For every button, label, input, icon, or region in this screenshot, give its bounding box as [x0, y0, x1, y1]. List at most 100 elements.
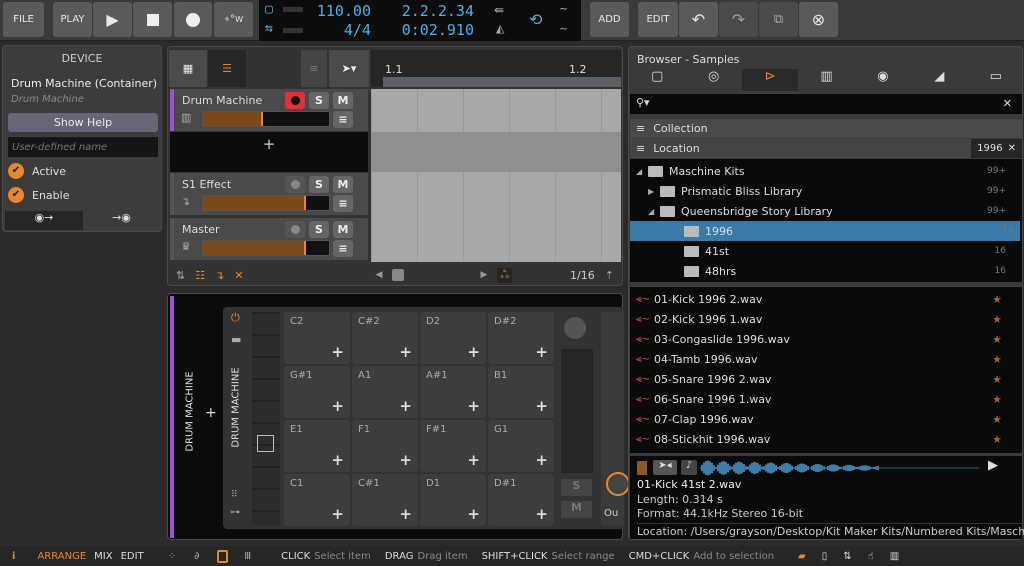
timeline-ruler[interactable]: 1.1 1.2	[371, 50, 621, 87]
tab-music-icon[interactable]: ◉	[855, 69, 911, 91]
solo-button[interactable]: S	[561, 479, 592, 496]
solo-button[interactable]: S	[309, 92, 329, 109]
drum-pad[interactable]: B1 +	[488, 366, 554, 418]
location-filter-chip[interactable]: 1996 ✕	[971, 139, 1022, 158]
loop-icon[interactable]: ⟲	[529, 10, 542, 29]
tree-item[interactable]: ◢ Maschine Kits 99+	[630, 161, 1012, 181]
drum-pad[interactable]: E1 +	[284, 420, 350, 472]
record-arm-button[interactable]	[285, 221, 305, 238]
add-icon[interactable]: +	[331, 343, 344, 361]
tree-item[interactable]: 48hrs 16	[630, 261, 1012, 281]
keyboard-panel-icon[interactable]: ▥	[890, 551, 899, 562]
crossfade-in-icon[interactable]: ~	[559, 2, 568, 15]
auto-preview-button[interactable]: ➤◂	[653, 460, 677, 475]
track-header[interactable]: Drum Machine S M ▥ ≡	[170, 89, 368, 131]
file-item[interactable]: ⫷~ 04-Tamb 1996.wav ★	[636, 349, 1012, 369]
star-icon[interactable]: ★	[992, 413, 1002, 426]
drum-pad[interactable]: C#1 +	[352, 474, 418, 526]
star-icon[interactable]: ★	[992, 353, 1002, 366]
add-icon[interactable]: +	[467, 505, 480, 523]
record-button[interactable]	[174, 2, 212, 37]
active-toggle[interactable]: ✔ Active	[8, 163, 66, 179]
add-icon[interactable]: +	[467, 451, 480, 469]
automation-write-button[interactable]: ∘° W	[214, 2, 253, 37]
grid-icon[interactable]: ⁘	[168, 551, 176, 562]
add-icon[interactable]: +	[467, 343, 480, 361]
tab-samples-icon[interactable]: ⊳	[741, 69, 799, 91]
zoom-icon[interactable]: ⇡	[605, 269, 614, 282]
enable-toggle[interactable]: ✔ Enable	[8, 187, 69, 203]
note-preview-button[interactable]: ♪	[681, 460, 697, 475]
volume-fader[interactable]	[202, 111, 330, 127]
collapse-icon[interactable]: ◢	[636, 167, 648, 176]
grid-resolution[interactable]: 1/16	[570, 269, 595, 282]
mixer-panel-icon[interactable]: ⇅	[843, 551, 851, 562]
key-icon[interactable]: ⊶	[230, 507, 240, 518]
star-icon[interactable]: ★	[992, 433, 1002, 446]
tree-item[interactable]: 1996 16	[630, 221, 1020, 241]
drum-pad[interactable]: G#1 +	[284, 366, 350, 418]
add-icon[interactable]: +	[331, 397, 344, 415]
file-item[interactable]: ⫷~ 01-Kick 1996 2.wav ★	[636, 289, 1012, 309]
pad-bank-selector[interactable]	[252, 312, 280, 525]
waveform[interactable]	[700, 460, 980, 476]
delete-button[interactable]: ⊗	[799, 2, 838, 37]
tab-devices-icon[interactable]: ▢	[629, 69, 685, 91]
solo-button[interactable]: S	[309, 176, 329, 193]
drum-pad[interactable]: D#1 +	[488, 474, 554, 526]
info-icon[interactable]: i	[12, 551, 15, 562]
add-icon[interactable]: +	[467, 397, 480, 415]
track-options-button[interactable]: ≡	[301, 50, 327, 87]
file-item[interactable]: ⫷~ 07-Clap 1996.wav ★	[636, 409, 1012, 429]
star-icon[interactable]: ★	[992, 293, 1002, 306]
clear-search-icon[interactable]: ✕	[1003, 97, 1012, 110]
mode-mix[interactable]: MIX	[94, 551, 112, 562]
file-item[interactable]: ⫷~ 02-Kick 1996 1.wav ★	[636, 309, 1012, 329]
metronome-icon[interactable]: ◭	[496, 22, 504, 35]
tab-files-icon[interactable]: ◢	[911, 69, 967, 91]
collection-section[interactable]: ≡ Collection	[630, 119, 1022, 138]
file-item[interactable]: ⫷~ 05-Snare 1996 2.wav ★	[636, 369, 1012, 389]
track-header[interactable]: Master S M ♛ ≡	[170, 218, 368, 260]
stop-button[interactable]	[133, 2, 172, 37]
track-list-icon[interactable]: ☷	[195, 269, 205, 282]
layout-icon[interactable]	[217, 549, 229, 563]
star-icon[interactable]: ★	[992, 393, 1002, 406]
tree-item[interactable]: ◢ Queensbridge Story Library 99+	[630, 201, 1012, 221]
mute-button[interactable]: M	[333, 176, 353, 193]
volume-fader[interactable]	[202, 195, 330, 211]
mode-arrange[interactable]: ARRANGE	[37, 551, 86, 562]
drum-pad[interactable]: G1 +	[488, 420, 554, 472]
search-input[interactable]	[658, 96, 988, 112]
file-item[interactable]: ⫷~ 06-Snare 1996 1.wav ★	[636, 389, 1012, 409]
snap-icon[interactable]: ஃ	[497, 267, 513, 283]
solo-button[interactable]: S	[309, 221, 329, 238]
track-menu-button[interactable]: ≡	[333, 111, 353, 128]
browser-panel-icon[interactable]: ▰	[798, 551, 806, 562]
pads-icon[interactable]: ⠿	[231, 490, 238, 500]
volume-knob[interactable]	[564, 317, 586, 339]
drum-pad[interactable]: D2 +	[420, 312, 486, 364]
file-item[interactable]: ⫷~ 08-Stickhit 1996.wav ★	[636, 429, 1012, 449]
add-device-button[interactable]: +	[205, 405, 217, 421]
mute-button[interactable]: M	[561, 501, 592, 518]
file-menu-button[interactable]: FILE	[3, 2, 44, 37]
position-beats[interactable]: 2.2.2.34	[402, 2, 474, 20]
scroll-left-icon[interactable]: ◀	[376, 270, 383, 280]
track-header[interactable]: S1 Effect S M ↴ ≡	[170, 173, 368, 215]
volume-fader[interactable]	[202, 240, 330, 256]
hand-icon[interactable]: ☝	[868, 551, 874, 562]
search-icon[interactable]: ⚲▾	[636, 96, 650, 109]
add-icon[interactable]: +	[399, 505, 412, 523]
collapse-icon[interactable]: ◢	[648, 207, 660, 216]
search-bar[interactable]: ⚲▾ ✕	[630, 94, 1022, 114]
track-menu-button[interactable]: ≡	[333, 195, 353, 212]
clip-launcher-toggle[interactable]: ▦	[169, 50, 207, 87]
drum-pad[interactable]: C#2 +	[352, 312, 418, 364]
add-icon[interactable]: +	[331, 451, 344, 469]
tab-multisamples-icon[interactable]: ▥	[798, 69, 854, 91]
power-icon[interactable]: ⏻	[231, 311, 240, 325]
add-icon[interactable]: +	[399, 397, 412, 415]
drum-pad[interactable]: A#1 +	[420, 366, 486, 418]
edit-button[interactable]: EDIT	[638, 2, 678, 37]
